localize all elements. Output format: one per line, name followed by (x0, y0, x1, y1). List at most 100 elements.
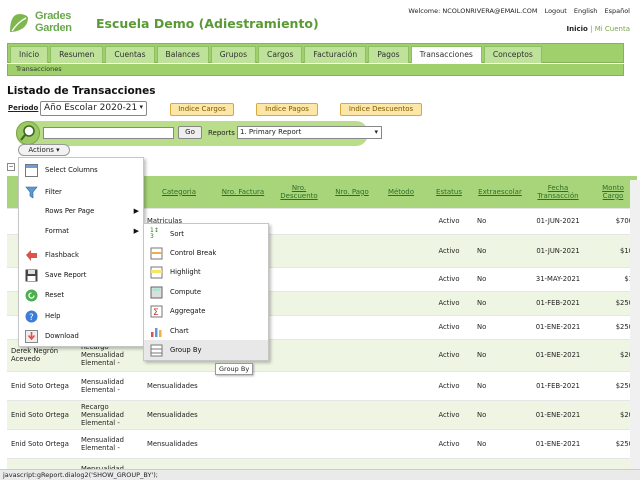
tab-facturacion[interactable]: Facturación (304, 46, 367, 63)
cell-fecha: 01-FEB-2021 (527, 290, 589, 315)
go-button[interactable]: Go (178, 126, 202, 139)
reports-select[interactable]: 1. Primary Report ▾ (237, 126, 382, 139)
menu-item-highlight[interactable]: Highlight (144, 262, 268, 282)
indice-cargos-button[interactable]: Indice Cargos (170, 103, 234, 116)
periodo-select-value: Año Escolar 2020-21 (44, 103, 138, 113)
cell-concept: Mensualidad Elemental - (77, 370, 143, 400)
cell-metodo (377, 399, 425, 429)
col-extraescolar[interactable]: Extraescolar (473, 176, 527, 208)
menu-item-aggregate[interactable]: Σ Aggregate (144, 301, 268, 321)
cell-estatus: Activo (425, 370, 473, 400)
grades-garden-logo[interactable]: Grades Garden (8, 10, 90, 36)
tab-pagos[interactable]: Pagos (368, 46, 409, 63)
menu-item-rows-per-page[interactable]: Rows Per Page ▶ (19, 201, 143, 221)
cell-metodo (377, 428, 425, 458)
menu-item-select-columns[interactable]: Select Columns (19, 160, 143, 180)
main-nav: Inicio Resumen Cuentas Balances Grupos C… (7, 43, 624, 63)
periodo-label: Periodo (8, 104, 38, 112)
menu-label: Rows Per Page (45, 207, 95, 215)
chevron-down-icon: ▾ (56, 146, 60, 154)
menu-item-sort[interactable]: 1↕ 3 Sort (144, 224, 268, 244)
tab-grupos[interactable]: Grupos (210, 46, 257, 63)
menu-item-reset[interactable]: Reset (19, 285, 143, 305)
cell-metodo (377, 338, 425, 371)
save-icon (25, 269, 38, 282)
menu-item-help[interactable]: ? Help (19, 306, 143, 326)
cell-factura (215, 399, 271, 429)
menu-item-save-report[interactable]: Save Report (19, 265, 143, 285)
inicio-link[interactable]: Inicio (567, 25, 588, 33)
cell-fecha: 01-ENE-2021 (527, 428, 589, 458)
collapse-toggle-icon[interactable]: − (7, 163, 15, 171)
search-input[interactable] (43, 127, 174, 139)
cell-name: Enid Soto Ortega (7, 399, 77, 429)
menu-label: Select Columns (45, 166, 98, 174)
cell-extraescolar: No (473, 399, 527, 429)
cell-extraescolar: No (473, 338, 527, 371)
menu-item-download[interactable]: Download (19, 326, 143, 346)
tab-cuentas[interactable]: Cuentas (105, 46, 155, 63)
espanol-link[interactable]: Español (604, 7, 630, 15)
menu-item-chart[interactable]: Chart (144, 321, 268, 341)
menu-item-group-by[interactable]: Group By (144, 340, 268, 360)
cell-estatus: Activo (425, 207, 473, 234)
col-descuento[interactable]: Nro. Descuento (271, 176, 327, 208)
cell-metodo (377, 207, 425, 234)
tab-cargos[interactable]: Cargos (258, 46, 303, 63)
col-estatus[interactable]: Estatus (425, 176, 473, 208)
cell-descuento (271, 338, 327, 371)
col-factura[interactable]: Nro. Factura (215, 176, 271, 208)
scrollbar[interactable] (630, 180, 640, 469)
cell-descuento (271, 207, 327, 234)
subnav-transacciones[interactable]: Transacciones (16, 65, 62, 73)
cell-pago (327, 207, 377, 234)
col-fecha[interactable]: Fecha Transacción (527, 176, 589, 208)
cell-pago (327, 290, 377, 315)
cell-concept: Recargo Mensualidad Elemental - (77, 399, 143, 429)
flashback-icon (26, 250, 37, 261)
indice-descuentos-button[interactable]: Indice Descuentos (340, 103, 422, 116)
periodo-select[interactable]: Año Escolar 2020-21 ▾ (40, 101, 147, 116)
cell-pago (327, 233, 377, 267)
cell-fecha: 01-FEB-2021 (527, 370, 589, 400)
cell-extraescolar: No (473, 314, 527, 339)
tab-resumen[interactable]: Resumen (50, 46, 104, 63)
group-by-icon (150, 344, 163, 357)
cell-estatus: Activo (425, 233, 473, 267)
menu-item-format[interactable]: Format ▶ (19, 221, 143, 241)
col-pago[interactable]: Nro. Pago (327, 176, 377, 208)
cell-pago (327, 338, 377, 371)
col-categoria[interactable]: Categoria (143, 176, 215, 208)
menu-item-filter[interactable]: Filter (19, 182, 143, 202)
school-name: Escuela Demo (Adiestramiento) (96, 16, 319, 31)
sort-icon: 1↕ 3 (150, 227, 159, 240)
cell-estatus: Activo (425, 266, 473, 291)
logout-link[interactable]: Logout (545, 7, 567, 15)
col-metodo[interactable]: Método (377, 176, 425, 208)
menu-label: Aggregate (170, 307, 206, 315)
cell-categoria: Mensualidades (143, 370, 215, 400)
menu-item-flashback[interactable]: Flashback (19, 245, 143, 265)
tab-transacciones[interactable]: Transacciones (410, 46, 482, 63)
cell-fecha: 01-JUN-2021 (527, 233, 589, 267)
menu-item-compute[interactable]: Compute (144, 282, 268, 302)
menu-label: Group By (170, 346, 202, 354)
menu-label: Compute (170, 288, 201, 296)
menu-item-control-break[interactable]: Control Break (144, 243, 268, 263)
search-column-button[interactable] (16, 121, 40, 145)
cell-descuento (271, 266, 327, 291)
cell-descuento (271, 290, 327, 315)
menu-label: Save Report (45, 271, 87, 279)
reports-select-value: 1. Primary Report (240, 128, 302, 136)
search-icon (20, 125, 35, 141)
tab-inicio[interactable]: Inicio (10, 46, 49, 63)
mi-cuenta-link[interactable]: Mi Cuenta (595, 25, 630, 33)
indice-pagos-button[interactable]: Indice Pagos (256, 103, 318, 116)
actions-button[interactable]: Actions ▾ (18, 144, 70, 156)
tab-conceptos[interactable]: Conceptos (483, 46, 542, 63)
english-link[interactable]: English (574, 7, 597, 15)
cell-concept: Mensualidad Elemental - (77, 428, 143, 458)
chart-icon (151, 328, 162, 337)
tab-balances[interactable]: Balances (156, 46, 209, 63)
control-break-icon (150, 247, 163, 260)
